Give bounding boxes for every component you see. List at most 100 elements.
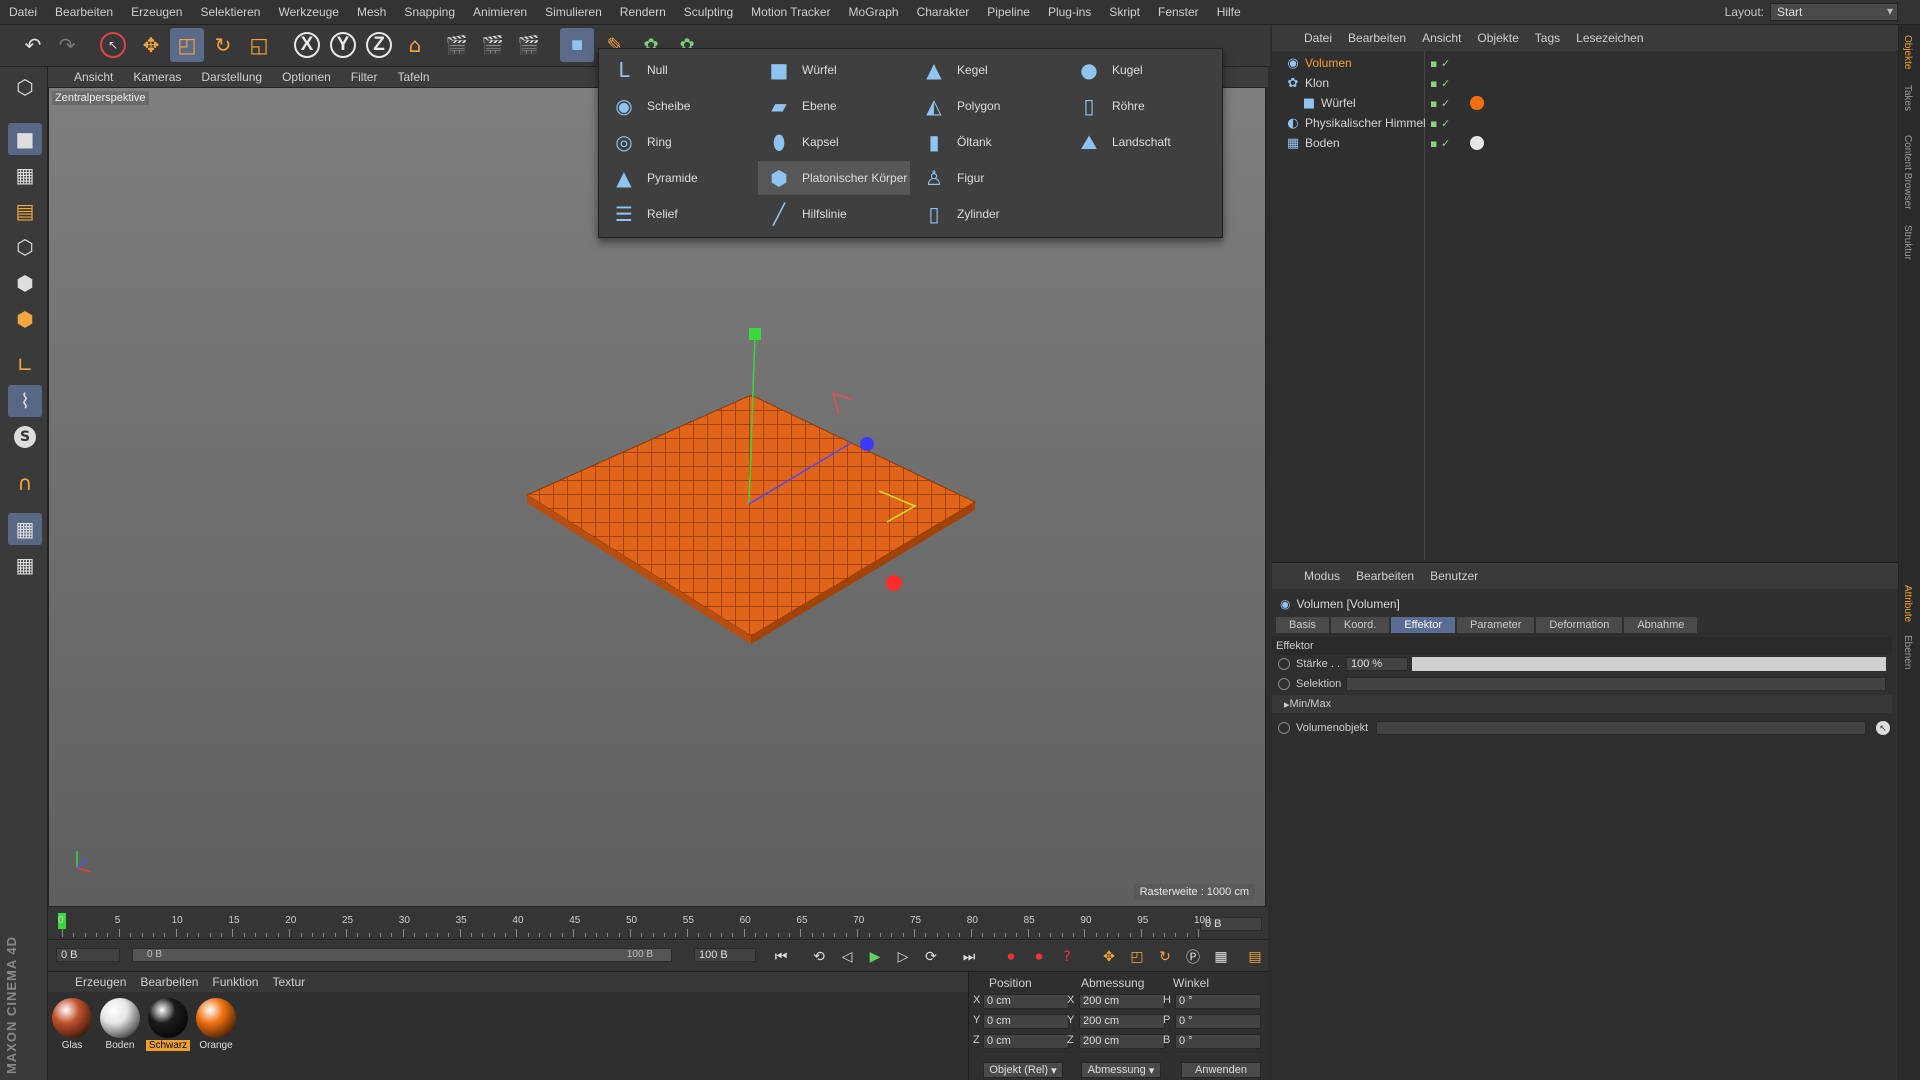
- viewport-menu-1[interactable]: Kameras: [123, 70, 191, 84]
- tab-5[interactable]: Abnahme: [1624, 617, 1698, 633]
- menu-item-ring[interactable]: ◎ Ring: [603, 125, 755, 159]
- menu-18[interactable]: Hilfe: [1208, 5, 1250, 19]
- viewport-menu-3[interactable]: Optionen: [272, 70, 341, 84]
- menu-item-sphere[interactable]: ● Kugel: [1068, 53, 1220, 87]
- coord-dim-0[interactable]: 200 cm: [1079, 994, 1165, 1009]
- menu-item-cylinder[interactable]: ▯ Zylinder: [913, 197, 1065, 231]
- menu-item-cube[interactable]: ■ Würfel: [758, 53, 910, 87]
- magnet-icon[interactable]: ∩: [8, 467, 42, 499]
- visibility-toggle-icon[interactable]: ▪ ✓: [1430, 97, 1450, 110]
- selection-field[interactable]: [1346, 677, 1886, 691]
- tab-3[interactable]: Parameter: [1457, 617, 1535, 633]
- volume-object-link-field[interactable]: [1376, 721, 1866, 735]
- coord-pos-0[interactable]: 0 cm: [983, 994, 1069, 1009]
- select-tool-icon[interactable]: ↖: [96, 28, 130, 62]
- menu-4[interactable]: Werkzeuge: [269, 5, 347, 19]
- key-position-icon[interactable]: ✥: [1098, 946, 1120, 968]
- menu-item-relief[interactable]: ☰ Relief: [603, 197, 755, 231]
- side-tab-3[interactable]: Struktur: [1902, 225, 1913, 260]
- tweak-mode-icon[interactable]: ⌇: [8, 385, 42, 417]
- objects-menu-2[interactable]: Ansicht: [1414, 31, 1469, 45]
- recent-tool-icon[interactable]: ◱: [242, 28, 276, 62]
- prev-key-icon[interactable]: ⟲: [808, 946, 830, 968]
- menu-11[interactable]: Motion Tracker: [742, 5, 839, 19]
- objects-menu-5[interactable]: Lesezeichen: [1568, 31, 1651, 45]
- menu-7[interactable]: Animieren: [464, 5, 536, 19]
- strength-animate-icon[interactable]: [1278, 658, 1290, 670]
- viewport-menu-2[interactable]: Darstellung: [191, 70, 272, 84]
- viewport-menu-4[interactable]: Filter: [341, 70, 388, 84]
- coord-pos-2[interactable]: 0 cm: [983, 1034, 1069, 1049]
- objects-menu-4[interactable]: Tags: [1527, 31, 1568, 45]
- menu-1[interactable]: Bearbeiten: [46, 5, 122, 19]
- render-settings-icon[interactable]: 🎬: [512, 28, 546, 62]
- texture-mode-icon[interactable]: ▦: [8, 159, 42, 191]
- visibility-toggle-icon[interactable]: ▪ ✓: [1430, 117, 1450, 130]
- menu-6[interactable]: Snapping: [395, 5, 464, 19]
- material-swatch-3[interactable]: Orange: [194, 998, 238, 1051]
- apply-button[interactable]: Anwenden: [1181, 1062, 1261, 1078]
- material-swatch-0[interactable]: Glas: [50, 998, 94, 1051]
- menu-17[interactable]: Fenster: [1149, 5, 1208, 19]
- material-tag-icon[interactable]: [1470, 96, 1484, 110]
- visibility-toggle-icon[interactable]: ▪ ✓: [1430, 137, 1450, 150]
- menu-item-guide-line[interactable]: ╱ Hilfslinie: [758, 197, 910, 231]
- pick-object-icon[interactable]: ↖: [1876, 721, 1890, 735]
- snap-icon[interactable]: S: [8, 421, 42, 453]
- menu-item-oiltank[interactable]: ▮ Öltank: [913, 125, 1065, 159]
- workplane-lock-icon[interactable]: ▦: [8, 513, 42, 545]
- key-pla-icon[interactable]: ▦: [1210, 946, 1232, 968]
- side-tab-5[interactable]: Ebenen: [1902, 635, 1913, 669]
- side-tab-1[interactable]: Takes: [1902, 85, 1913, 111]
- strength-slider[interactable]: [1412, 657, 1886, 671]
- visibility-toggle-icon[interactable]: ▪ ✓: [1430, 57, 1450, 70]
- end-frame-field[interactable]: 100 B: [694, 948, 756, 962]
- menu-8[interactable]: Simulieren: [536, 5, 611, 19]
- viewport-menu-5[interactable]: Tafeln: [387, 70, 439, 84]
- menu-item-null[interactable]: L Null: [603, 53, 755, 87]
- menu-item-figure[interactable]: ♙ Figur: [913, 161, 1065, 195]
- menu-item-cone[interactable]: ▲ Kegel: [913, 53, 1065, 87]
- layout-dropdown[interactable]: Start: [1770, 3, 1898, 21]
- menu-3[interactable]: Selektieren: [191, 5, 269, 19]
- material-menu-0[interactable]: Erzeugen: [68, 975, 133, 989]
- tab-0[interactable]: Basis: [1276, 617, 1329, 633]
- next-key-icon[interactable]: ⟳: [920, 946, 942, 968]
- key-scale-icon[interactable]: ◰: [1126, 946, 1148, 968]
- timeline-window-icon[interactable]: ▤: [1244, 946, 1266, 968]
- object-row-0[interactable]: ◉ Volumen ▪ ✓: [1272, 53, 1892, 73]
- coordinate-system-icon[interactable]: ⌂: [398, 28, 432, 62]
- visibility-toggle-icon[interactable]: ▪ ✓: [1430, 77, 1450, 90]
- autokey-icon[interactable]: ⏺: [1028, 946, 1050, 968]
- attributes-menu-0[interactable]: Modus: [1296, 569, 1348, 583]
- tab-4[interactable]: Deformation: [1536, 617, 1623, 633]
- x-axis-lock-icon[interactable]: X: [290, 28, 324, 62]
- menu-13[interactable]: Charakter: [908, 5, 979, 19]
- key-parameter-icon[interactable]: Ⓟ: [1182, 946, 1204, 968]
- menu-item-capsule[interactable]: ⬮ Kapsel: [758, 125, 910, 159]
- material-menu-2[interactable]: Funktion: [205, 975, 265, 989]
- layout-selector[interactable]: Layout: Start: [1725, 3, 1898, 21]
- side-tab-0[interactable]: Objekte: [1902, 35, 1913, 69]
- redo-icon[interactable]: ↷: [50, 28, 84, 62]
- side-tab-4[interactable]: Attribute: [1902, 585, 1913, 622]
- side-tab-2[interactable]: Content Browser: [1902, 135, 1913, 209]
- model-mode-icon[interactable]: ■: [8, 123, 42, 155]
- selection-animate-icon[interactable]: [1278, 678, 1290, 690]
- objects-menu-1[interactable]: Bearbeiten: [1340, 31, 1414, 45]
- coord-rot-0[interactable]: 0 °: [1175, 994, 1261, 1009]
- undo-icon[interactable]: ↶: [16, 28, 50, 62]
- attributes-menu-1[interactable]: Bearbeiten: [1348, 569, 1422, 583]
- make-editable-icon[interactable]: ⬡: [8, 71, 42, 103]
- prev-frame-icon[interactable]: ◁: [836, 946, 858, 968]
- menu-14[interactable]: Pipeline: [978, 5, 1039, 19]
- menu-2[interactable]: Erzeugen: [122, 5, 191, 19]
- volume-object-animate-icon[interactable]: [1278, 722, 1290, 734]
- points-mode-icon[interactable]: ⬡: [8, 231, 42, 263]
- object-row-3[interactable]: ◐ Physikalischer Himmel ▪ ✓: [1272, 113, 1892, 133]
- objects-menu-0[interactable]: Datei: [1296, 31, 1340, 45]
- attributes-menu-2[interactable]: Benutzer: [1422, 569, 1486, 583]
- coord-pos-1[interactable]: 0 cm: [983, 1014, 1069, 1029]
- edges-mode-icon[interactable]: ⬢: [8, 267, 42, 299]
- viewport-menu-0[interactable]: Ansicht: [64, 70, 123, 84]
